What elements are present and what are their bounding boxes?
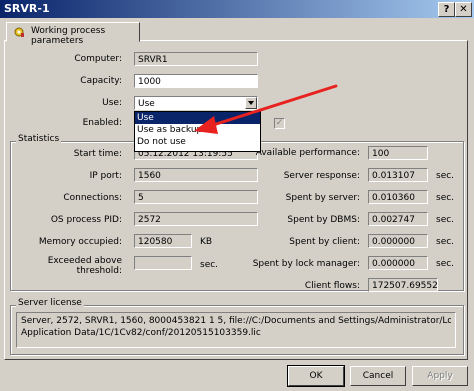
spent-by-client-field: 0.000000 (368, 234, 428, 248)
server-response-field: 0.013107 (368, 168, 428, 182)
window-title: SRVR-1 (4, 2, 50, 15)
connections-field: 5 (134, 190, 258, 204)
spent-by-dbms-field: 0.002747 (368, 212, 428, 226)
os-pid-label: OS process PID: (50, 215, 122, 225)
spent-by-client-unit: sec. (436, 237, 455, 247)
memory-field: 120580 (134, 234, 192, 248)
license-text-box: Server, 2572, SRVR1, 1560, 8000453821 1 … (16, 312, 456, 348)
ip-port-label: IP port: (89, 171, 122, 181)
ip-port-field: 1560 (134, 168, 258, 182)
server-license-group-label: Server license (16, 298, 84, 308)
apply-button[interactable]: Apply (412, 366, 468, 386)
spent-by-dbms-unit: sec. (436, 215, 455, 225)
computer-field: SRVR1 (134, 52, 258, 66)
tab-label: Working process parameters (31, 26, 106, 46)
spent-by-server-field: 0.010360 (368, 190, 428, 204)
spent-by-lock-manager-label: Spent by lock manager: (252, 259, 360, 269)
help-button[interactable]: ? (438, 2, 455, 17)
close-button[interactable]: ✕ (455, 2, 472, 17)
license-line-1: Server, 2572, SRVR1, 1560, 8000453821 1 … (21, 316, 451, 326)
enabled-label: Enabled: (82, 118, 122, 128)
spent-by-lock-manager-unit: sec. (436, 259, 455, 269)
spent-by-server-unit: sec. (436, 193, 455, 203)
available-performance-field: 100 (368, 146, 428, 160)
ok-button[interactable]: OK (287, 365, 345, 387)
use-select-value: Use (138, 99, 155, 109)
exceeded-unit: sec. (200, 260, 219, 270)
spent-by-dbms-label: Spent by DBMS: (287, 215, 360, 225)
server-response-label: Server response: (283, 171, 360, 181)
available-performance-label: Available performance: (255, 148, 360, 158)
client-flows-field: 172507.695525 (368, 278, 438, 292)
memory-label: Memory occupied: (38, 237, 122, 247)
gear-icon (14, 27, 24, 37)
license-line-2: Application Data/1C/1Cv82/conf/201205151… (21, 328, 261, 338)
server-response-unit: sec. (436, 171, 455, 181)
annotation-arrow-icon (194, 84, 338, 134)
cancel-button[interactable]: Cancel (350, 366, 406, 386)
client-flows-label: Client flows: (304, 281, 360, 291)
title-bar: SRVR-1 ? ✕ (0, 0, 474, 18)
exceeded-label: Exceeded above threshold: (47, 256, 122, 276)
statistics-group-label: Statistics (16, 134, 62, 144)
spent-by-server-label: Spent by server: (285, 193, 360, 203)
use-label: Use: (102, 98, 122, 108)
computer-label: Computer: (74, 54, 122, 64)
exceeded-field (134, 256, 192, 270)
memory-unit: KB (200, 237, 213, 247)
tab-working-process-parameters[interactable]: Working process parameters (6, 22, 140, 46)
start-time-label: Start time: (73, 149, 122, 159)
connections-label: Connections: (63, 193, 122, 203)
os-pid-field: 2572 (134, 212, 258, 226)
capacity-label: Capacity: (80, 76, 122, 86)
spent-by-client-label: Spent by client: (289, 237, 360, 247)
spent-by-lock-manager-field: 0.000000 (368, 256, 428, 270)
